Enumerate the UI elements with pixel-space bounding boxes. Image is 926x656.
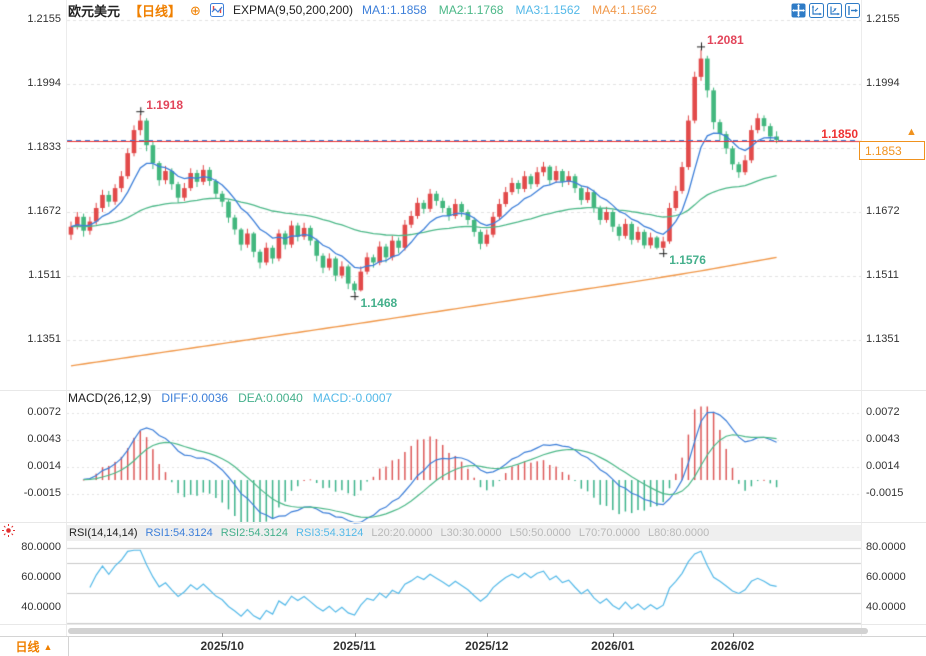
- price-annotation: 1.1576: [669, 253, 706, 268]
- rsi-axis-label: 40.0000: [866, 601, 906, 613]
- macd-value-label: MACD:-0.0007: [312, 391, 393, 405]
- rsi-value-label: RSI3:54.3124: [296, 527, 364, 539]
- rsi-axis-label: 80.0000: [866, 541, 906, 553]
- time-scrollbar-thumb[interactable]: [68, 628, 868, 634]
- time-axis-tick: [222, 633, 224, 637]
- time-axis-label: 2026/01: [591, 639, 635, 653]
- macd-title: MACD(26,12,9): [68, 391, 152, 405]
- rsi-value-label: L80:80.0000: [648, 527, 710, 539]
- price-annotation: 1.1918: [146, 98, 183, 113]
- rsi-axis-label: 60.0000: [21, 571, 61, 583]
- symbol-name: 欧元美元: [68, 3, 121, 19]
- right-axis-border: [861, 0, 862, 636]
- time-axis-tick: [486, 633, 488, 637]
- price-axis-label: 1.2155: [27, 13, 61, 25]
- time-axis: 2025/10 2025/11 2025/12 2026/01 2026/02: [0, 633, 926, 656]
- macd-axis-label: 0.0014: [27, 459, 61, 472]
- time-axis-label: 2025/11: [333, 639, 376, 653]
- macd-rsi-separator: [0, 522, 926, 523]
- price-axis-label: 1.1994: [27, 77, 61, 89]
- rsi-value-label: L70:70.0000: [578, 527, 641, 539]
- price-up-arrow-icon: ▲: [906, 126, 917, 138]
- macd-axis-label: -0.0015: [866, 486, 904, 499]
- time-axis-label: 2025/10: [200, 639, 244, 653]
- price-axis-label: 1.1994: [866, 77, 900, 89]
- price-annotation: 1.1468: [360, 296, 398, 311]
- price-annotation: 1.2081: [707, 33, 744, 48]
- price-axis-label: 1.1511: [28, 269, 61, 281]
- macd-axis-label: 0.0072: [866, 406, 900, 418]
- rsi-value-label: L30:30.0000: [440, 527, 502, 539]
- last-price-box: 1.1853: [859, 141, 925, 160]
- chart-canvas[interactable]: [0, 0, 926, 655]
- macd-axis-label: -0.0015: [23, 486, 61, 499]
- macd-axis-label: 0.0043: [27, 432, 61, 445]
- period-selector[interactable]: 日线 ▲: [0, 636, 69, 656]
- price-axis-label: 1.1672: [27, 205, 61, 217]
- price-axis-label: 1.2155: [866, 13, 900, 25]
- rsi-bottom-separator: [0, 624, 926, 625]
- ma-value-label: MA2:1.1768: [438, 3, 504, 17]
- price-axis-label: 1.1511: [866, 269, 899, 281]
- macd-axis-label: 0.0043: [866, 432, 900, 445]
- time-axis-tick: [612, 633, 614, 637]
- current-price-label: 1.1850: [821, 127, 858, 141]
- add-indicator-icon[interactable]: ⊕: [190, 4, 201, 17]
- time-axis-tick: [354, 633, 356, 637]
- rsi-value-label: RSI1:54.3124: [145, 527, 213, 539]
- rsi-title: RSI(14,14,14): [69, 527, 138, 539]
- axis-scale-left-icon[interactable]: [809, 3, 824, 18]
- time-axis-label: 2025/12: [465, 639, 509, 653]
- period-selector-label: 日线: [15, 640, 40, 654]
- ma-values-row: MA1:1.1858 MA2:1.1768 MA3:1.1562 MA4:1.1562: [362, 3, 657, 17]
- ma-value-label: MA4:1.1562: [592, 3, 657, 17]
- period-selector-arrow-icon: ▲: [43, 641, 53, 652]
- rsi-value-label: L50:50.0000: [509, 527, 571, 539]
- price-axis-label: 1.1351: [866, 332, 900, 345]
- rsi-values-row: RSI1:54.3124 RSI2:54.3124 RSI3:54.3124 L20:…: [145, 527, 709, 539]
- time-axis-tick: [732, 633, 734, 637]
- ma-value-label: MA1:1.1858: [362, 3, 427, 17]
- rsi-axis-label: 60.0000: [866, 571, 906, 583]
- go-to-latest-icon[interactable]: [845, 3, 860, 18]
- axis-scale-right-icon[interactable]: [827, 3, 842, 18]
- indicator-name: EXPMA(9,50,200,200): [232, 3, 354, 17]
- chart-toolbar: [791, 3, 860, 18]
- pan-tool-icon[interactable]: [791, 3, 806, 18]
- price-axis-label: 1.1351: [27, 332, 61, 345]
- price-axis-label: 1.1833: [27, 141, 61, 153]
- macd-axis-label: 0.0014: [866, 459, 900, 472]
- rsi-value-label: RSI2:54.3124: [220, 527, 289, 539]
- macd-values-row: DIFF:0.0036 DEA:0.0040 MACD:-0.0007: [161, 391, 392, 405]
- macd-value-label: DIFF:0.0036: [161, 391, 229, 405]
- time-axis-label: 2026/02: [710, 639, 755, 653]
- time-scrollbar-track[interactable]: [68, 628, 868, 634]
- candlestick-chart-icon: [209, 3, 224, 17]
- rsi-header: RSI(14,14,14) RSI1:54.3124 RSI2:54.3124 RS…: [67, 525, 861, 541]
- rsi-axis-label: 80.0000: [21, 541, 61, 553]
- rsi-value-label: L20:20.0000: [371, 527, 433, 539]
- macd-header: MACD(26,12,9) DIFF:0.0036 DEA:0.0040 MACD:…: [68, 391, 392, 405]
- ma-value-label: MA3:1.1562: [515, 3, 581, 17]
- main-chart-header: 欧元美元 【日线】 ⊕ EXPMA(9,50,200,200) MA1:1.18…: [68, 2, 657, 19]
- period-tag: 【日线】: [129, 3, 182, 19]
- macd-axis-label: 0.0072: [27, 406, 61, 418]
- indicator-alert-icon[interactable]: [1, 523, 16, 538]
- rsi-axis-label: 40.0000: [21, 601, 61, 613]
- macd-value-label: DEA:0.0040: [238, 391, 303, 405]
- price-axis-label: 1.1672: [866, 205, 900, 217]
